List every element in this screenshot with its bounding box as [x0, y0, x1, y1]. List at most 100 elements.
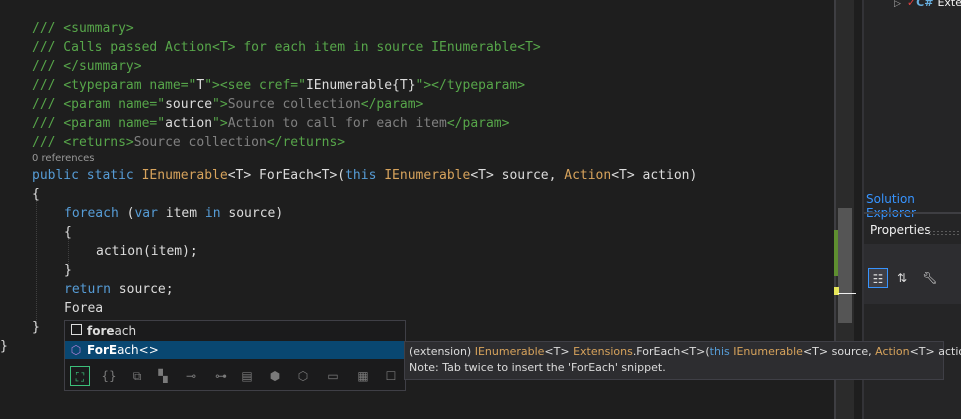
- keyword: this: [345, 168, 377, 183]
- token: source): [220, 206, 284, 221]
- parameter: <T> source,: [470, 168, 565, 183]
- xml-tag: <param name=": [63, 97, 166, 112]
- xml-text: Source collection: [227, 97, 361, 112]
- doc-comment: ///: [32, 135, 64, 150]
- code-line: /// <param name="action">Action to call …: [32, 114, 509, 133]
- parameter: <T> action): [611, 168, 698, 183]
- xml-tag: </param>: [446, 116, 510, 131]
- keyword: in: [204, 206, 221, 221]
- code-line: }: [64, 261, 72, 280]
- checkmark-icon: ✓: [906, 0, 917, 9]
- categorized-icon[interactable]: ☷: [868, 268, 888, 288]
- tooltip-type: Extensions: [573, 345, 633, 358]
- divider: [864, 212, 961, 214]
- tooltip-text: <T>: [544, 345, 574, 358]
- code-line: }: [32, 318, 40, 337]
- completion-item-label: foreach: [87, 322, 136, 340]
- brace: }: [32, 320, 40, 335]
- wrench-icon[interactable]: 🔧︎: [920, 268, 940, 288]
- expand-arrow-icon[interactable]: ▷: [894, 0, 901, 9]
- xml-text: Source collection: [133, 135, 267, 150]
- doc-comment: ///: [32, 116, 64, 131]
- code-line: /// <typeparam name="T"><see cref="IEnum…: [32, 76, 525, 95]
- change-marker: [834, 230, 838, 276]
- enum-icon[interactable]: ▤: [237, 366, 257, 386]
- type-name: Action: [564, 168, 612, 183]
- tooltip-type: IEnumerable: [733, 345, 803, 358]
- snippet-icon: [68, 323, 84, 339]
- indent-guide: [36, 200, 37, 330]
- keyword: static: [86, 168, 134, 183]
- match-rest: ach: [114, 324, 137, 338]
- keyword: var: [134, 206, 158, 221]
- codelens-references[interactable]: 0 references: [32, 153, 95, 164]
- code-line: /// <param name="source">Source collecti…: [32, 95, 423, 114]
- braces-icon[interactable]: {}: [99, 366, 119, 386]
- completion-item-selected[interactable]: ⬡ ForEach<>: [65, 341, 405, 359]
- doc-comment: ///: [32, 78, 64, 93]
- code-line: {: [32, 185, 40, 204]
- solution-tree-item[interactable]: ▷ ✓C#Exten: [894, 0, 961, 9]
- tooltip-type: Action: [875, 345, 910, 358]
- xml-tag: <returns>: [63, 135, 134, 150]
- completion-item[interactable]: foreach: [65, 322, 405, 340]
- method-name: ForEach<T>(: [259, 168, 346, 183]
- type-name: IEnumerable: [141, 168, 228, 183]
- brace: {: [32, 187, 40, 202]
- keyword-icon[interactable]: ▭: [323, 366, 343, 386]
- xml-tag: <typeparam name=": [63, 78, 197, 93]
- xml-tag: ">: [212, 97, 228, 112]
- method-filter-icon[interactable]: ⬡: [293, 366, 313, 386]
- code-line-current[interactable]: Forea: [64, 299, 103, 318]
- type-name: IEnumerable: [384, 168, 471, 183]
- brace: }: [64, 263, 72, 278]
- interface-icon[interactable]: ⊸: [181, 366, 201, 386]
- code-line: {: [64, 223, 72, 242]
- keyword: return: [64, 282, 111, 297]
- quickinfo-tooltip: (extension) IEnumerable <T> Extensions.Fo…: [404, 341, 961, 380]
- scrollbar-thumb[interactable]: [838, 208, 852, 323]
- tooltip-text: <T> action): [909, 345, 961, 358]
- alphabetical-icon[interactable]: ⇅: [892, 268, 912, 288]
- struct-icon[interactable]: ▚: [153, 366, 173, 386]
- token: item: [157, 206, 205, 221]
- method-signature: public static IEnumerable<T> ForEach<T>(…: [32, 166, 697, 185]
- xml-tag: </param>: [360, 97, 424, 112]
- xml-tag: "></typeparam>: [415, 78, 526, 93]
- match-prefix: ForE: [87, 343, 118, 357]
- tooltip-note: Note: Tab twice to insert the 'ForEach' …: [409, 361, 666, 374]
- tooltip-text: (extension): [409, 345, 475, 358]
- expand-filter-icon[interactable]: ⛶: [70, 366, 90, 386]
- typed-text: Forea: [64, 301, 104, 316]
- doc-comment: /// <summary>: [32, 21, 134, 36]
- delegate-icon[interactable]: ⊶: [211, 366, 231, 386]
- generic-param: <T>: [227, 168, 259, 183]
- panel-grip[interactable]: [928, 230, 961, 236]
- match-prefix: fore: [87, 324, 115, 338]
- doc-comment: /// Calls passed Action<T> for each item…: [32, 40, 541, 55]
- tooltip-keyword: this: [709, 345, 730, 358]
- keyword: foreach: [64, 206, 119, 221]
- statement: action(item);: [96, 244, 198, 259]
- tooltip-text: <T> source,: [802, 345, 876, 358]
- tooltip-signature: (extension) IEnumerable <T> Extensions.Fo…: [409, 345, 961, 358]
- code-line: /// Calls passed Action<T> for each item…: [32, 38, 541, 57]
- code-line: action(item);: [96, 242, 198, 261]
- tooltip-text: .ForEach<T>(: [632, 345, 710, 358]
- snippet-filter-icon[interactable]: ☐: [381, 366, 401, 386]
- doc-comment: ///: [32, 97, 64, 112]
- class-icon[interactable]: ⧉: [127, 366, 147, 386]
- field-icon[interactable]: ▦: [353, 366, 373, 386]
- module-icon[interactable]: ⬢: [265, 366, 285, 386]
- xml-tag: "><see cref=": [204, 78, 306, 93]
- match-rest: ach<>: [117, 343, 159, 357]
- code-line: foreach (var item in source): [64, 204, 283, 223]
- brace: {: [64, 225, 72, 240]
- xml-tag: ">: [212, 116, 228, 131]
- doc-comment: /// </summary>: [32, 59, 142, 74]
- brace: }: [0, 339, 8, 354]
- completion-list[interactable]: foreach ⬡ ForEach<> ⛶ {} ⧉ ▚ ⊸ ⊶ ▤ ⬢ ⬡ ▭…: [64, 320, 406, 391]
- tab-solution-explorer[interactable]: Solution Explorer: [866, 192, 961, 220]
- caret-marker: [838, 293, 856, 294]
- xml-attr-value: IEnumerable{T}: [305, 78, 416, 93]
